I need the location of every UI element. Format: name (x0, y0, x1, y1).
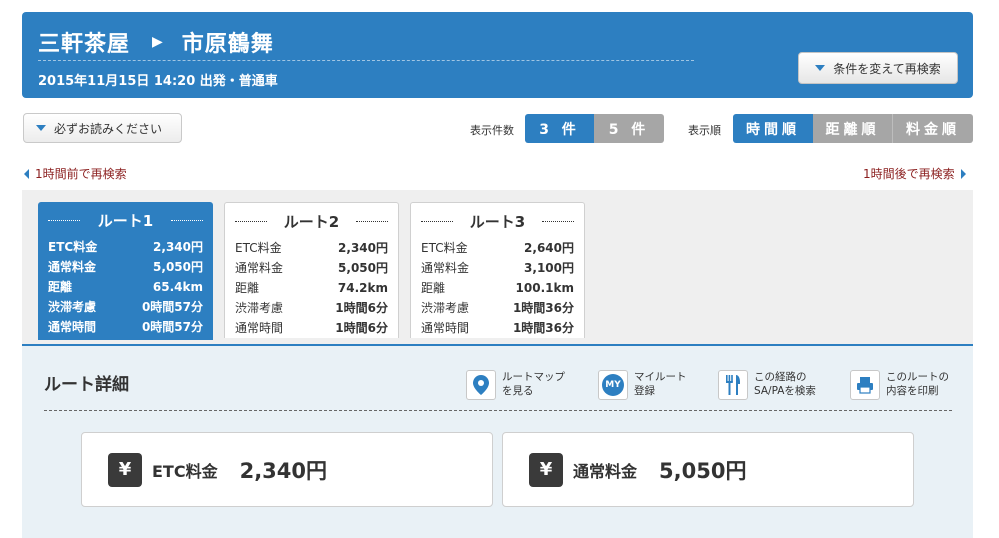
route-row: 通常時間 0時間57分 (48, 320, 203, 334)
detail-divider (44, 410, 952, 411)
right-arrow-icon: ▶ (152, 34, 164, 50)
route-row: ETC料金 2,640円 (421, 241, 574, 255)
route-row: 通常料金 5,050円 (48, 260, 203, 274)
route-row: 通常料金 3,100円 (421, 261, 574, 275)
origin-name: 三軒茶屋 (38, 32, 131, 57)
route-row: 渋滞考慮 1時間6分 (235, 301, 388, 315)
route-tabs-area: ルート1 ETC料金 2,340円 通常料金 5,050円 距離 65.4km 渋滞考… (22, 190, 973, 344)
route-row: 距離 100.1km (421, 281, 574, 295)
route-card-title: ルート2 (235, 211, 388, 232)
normal-fee-label: 通常料金 (573, 461, 638, 481)
normal-fee-box: ¥ 通常料金 5,050円 (502, 432, 914, 507)
route-card-2[interactable]: ルート2 ETC料金 2,340円 通常料金 5,050円 距離 74.2km 渋滞考… (224, 202, 399, 338)
route-title: 三軒茶屋 ▶ 市原鶴舞 (38, 26, 274, 58)
route-card-1[interactable]: ルート1 ETC料金 2,340円 通常料金 5,050円 距離 65.4km 渋滞考… (38, 202, 213, 340)
etc-fee-box: ¥ ETC料金 2,340円 (81, 432, 493, 507)
route-row: 渋滞考慮 1時間36分 (421, 301, 574, 315)
route-map-button[interactable]: ルートマップ を見る (466, 370, 565, 400)
chevron-down-icon (815, 65, 826, 71)
route-row: 距離 74.2km (235, 281, 388, 295)
route-row: 通常時間 1時間36分 (421, 321, 574, 335)
route-card-3[interactable]: ルート3 ETC料金 2,640円 通常料金 3,100円 距離 100.1km 渋滞… (410, 202, 585, 338)
chevron-right-icon (960, 168, 966, 179)
printer-icon (850, 370, 880, 400)
count-option-3[interactable]: 3 件 (525, 114, 594, 143)
route-row: 渋滞考慮 0時間57分 (48, 300, 203, 314)
read-first-label: 必ずお読みください (54, 121, 163, 136)
header-divider (38, 60, 694, 61)
normal-fee-amount: 5,050円 (659, 458, 747, 483)
destination-name: 市原鶴舞 (181, 32, 274, 57)
etc-fee-label: ETC料金 (152, 461, 218, 481)
next-label: 1時間後で再検索 (863, 167, 955, 181)
my-route-register-button[interactable]: MY マイルート 登録 (598, 370, 687, 400)
print-route-button[interactable]: このルートの 内容を印刷 (850, 370, 949, 400)
count-option-5[interactable]: 5 件 (594, 114, 664, 143)
search-one-hour-earlier-link[interactable]: 1時間前で再検索 (24, 165, 127, 182)
map-pin-icon (466, 370, 496, 400)
route-row: 通常料金 5,050円 (235, 261, 388, 275)
order-option-distance[interactable]: 距離順 (813, 114, 893, 143)
route-detail-title: ルート詳細 (44, 375, 129, 395)
route-card-title: ルート1 (48, 210, 203, 231)
change-conditions-label: 条件を変えて再検索 (833, 61, 941, 76)
route-row: ETC料金 2,340円 (48, 240, 203, 254)
order-option-time[interactable]: 時間順 (733, 114, 813, 143)
display-order-label: 表示順 (688, 124, 721, 137)
route-row: 距離 65.4km (48, 280, 203, 294)
yen-icon: ¥ (529, 452, 563, 487)
route-detail-panel: ルート詳細 ルートマップ を見る MY マイルート 登録 この経路の SA/PAを検索… (22, 344, 973, 538)
fork-knife-icon (718, 370, 748, 400)
change-conditions-button[interactable]: 条件を変えて再検索 (798, 52, 958, 84)
search-sapa-button[interactable]: この経路の SA/PAを検索 (718, 370, 816, 400)
route-card-title: ルート3 (421, 211, 574, 232)
read-first-button[interactable]: 必ずお読みください (23, 113, 182, 143)
chevron-left-icon (24, 168, 29, 179)
display-count-label: 表示件数 (470, 124, 514, 137)
route-row: 通常時間 1時間6分 (235, 321, 388, 335)
display-count-toggle: 3 件 5 件 (525, 114, 664, 143)
chevron-down-icon (36, 125, 46, 131)
order-option-fee[interactable]: 料金順 (893, 114, 973, 143)
route-row: ETC料金 2,340円 (235, 241, 388, 255)
yen-icon: ¥ (108, 452, 142, 487)
departure-info: 2015年11月15日 14:20 出発・普通車 (38, 74, 278, 89)
prev-label: 1時間前で再検索 (35, 167, 127, 181)
search-header: 三軒茶屋 ▶ 市原鶴舞 2015年11月15日 14:20 出発・普通車 条件を… (22, 12, 973, 98)
display-order-toggle: 時間順 距離順 料金順 (733, 114, 973, 143)
etc-fee-amount: 2,340円 (239, 458, 328, 483)
my-icon: MY (598, 370, 628, 400)
search-one-hour-later-link[interactable]: 1時間後で再検索 (863, 165, 966, 182)
